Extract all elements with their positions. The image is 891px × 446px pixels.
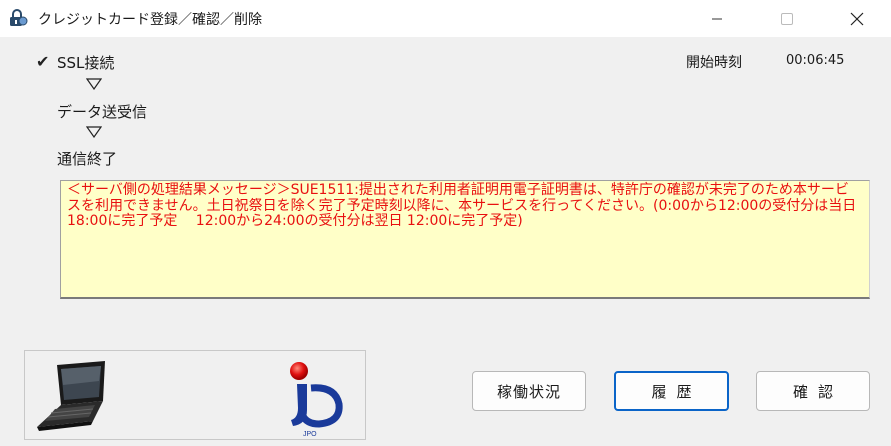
- check-icon: ✔: [36, 52, 50, 71]
- start-time-label: 開始時刻: [686, 55, 742, 71]
- logo-panel: JPO: [24, 350, 366, 440]
- step-transfer: データ送受信: [57, 103, 148, 121]
- confirm-button[interactable]: 確認: [756, 371, 870, 411]
- maximize-icon: [781, 12, 793, 25]
- close-icon: [850, 12, 864, 25]
- lock-icon: [10, 9, 28, 26]
- start-time-value: 00:06:45: [786, 53, 845, 68]
- minimize-button[interactable]: [694, 0, 740, 37]
- maximize-button[interactable]: [764, 0, 810, 37]
- jpo-text: JPO: [303, 431, 317, 438]
- history-button[interactable]: 履歴: [614, 371, 729, 411]
- credit-card-dialog: クレジットカード登録／確認／削除 ✔ SSL接続 データ送受信 通信終了 開始時…: [0, 0, 891, 446]
- step-ssl: SSL接続: [57, 54, 115, 72]
- close-button[interactable]: [834, 0, 880, 37]
- operation-status-button[interactable]: 稼働状況: [472, 371, 586, 411]
- jpo-logo: JPO: [290, 362, 343, 438]
- window-title: クレジットカード登録／確認／削除: [38, 12, 262, 28]
- server-message-box[interactable]: ＜サーバ側の処理結果メッセージ＞SUE1511:提出された利用者証明用電子証明書…: [60, 180, 870, 299]
- down-triangle-icon: [86, 78, 102, 90]
- step-end: 通信終了: [57, 150, 118, 168]
- server-message-text: ＜サーバ側の処理結果メッセージ＞SUE1511:提出された利用者証明用電子証明書…: [67, 182, 857, 229]
- minimize-icon: [712, 18, 722, 19]
- title-bar: クレジットカード登録／確認／削除: [0, 0, 891, 37]
- down-triangle-icon: [86, 126, 102, 138]
- laptop-icon: [37, 361, 105, 431]
